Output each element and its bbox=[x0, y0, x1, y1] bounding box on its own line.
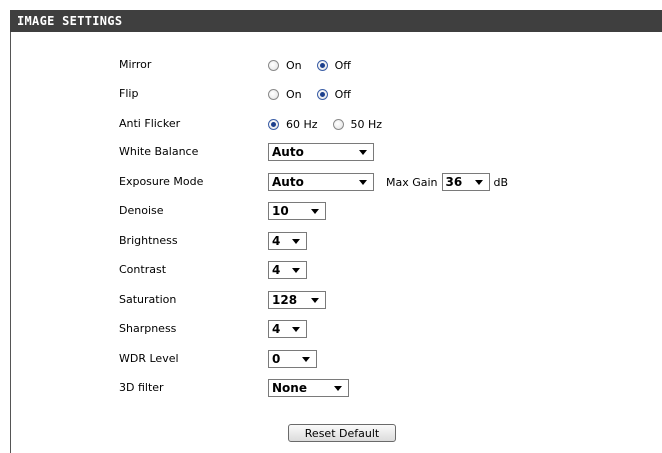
mirror-off-label: Off bbox=[334, 58, 351, 72]
chevron-down-icon bbox=[302, 356, 310, 362]
chevron-down-icon bbox=[292, 326, 300, 332]
mirror-on-label: On bbox=[286, 58, 302, 72]
anti-flicker-50hz-radio[interactable] bbox=[332, 118, 344, 130]
max-gain-unit: dB bbox=[493, 175, 509, 189]
saturation-row: Saturation 128 bbox=[0, 289, 662, 311]
contrast-label: Contrast bbox=[119, 263, 167, 276]
exposure-mode-row: Exposure Mode Auto Max Gain 36 dB bbox=[0, 171, 662, 193]
anti-flicker-60hz-label: 60 Hz bbox=[286, 117, 318, 131]
flip-row: Flip On Off bbox=[0, 83, 662, 105]
anti-flicker-50hz-label: 50 Hz bbox=[350, 117, 383, 131]
chevron-down-icon bbox=[292, 267, 300, 273]
flip-label: Flip bbox=[119, 87, 139, 100]
contrast-select[interactable]: 4 bbox=[268, 261, 307, 279]
denoise-label: Denoise bbox=[119, 204, 164, 217]
sharpness-select[interactable]: 4 bbox=[268, 320, 307, 338]
brightness-value: 4 bbox=[272, 234, 281, 248]
sharpness-row: Sharpness 4 bbox=[0, 318, 662, 340]
chevron-down-icon bbox=[359, 179, 367, 185]
brightness-row: Brightness 4 bbox=[0, 230, 662, 252]
reset-default-button[interactable]: Reset Default bbox=[288, 424, 396, 442]
chevron-down-icon bbox=[311, 208, 319, 214]
3d-filter-value: None bbox=[272, 381, 307, 395]
wdr-level-label: WDR Level bbox=[119, 352, 179, 365]
contrast-value: 4 bbox=[272, 263, 281, 277]
white-balance-value: Auto bbox=[272, 145, 304, 159]
max-gain-select[interactable]: 36 bbox=[441, 173, 490, 191]
wdr-level-row: WDR Level 0 bbox=[0, 348, 662, 370]
mirror-row: Mirror On Off bbox=[0, 54, 662, 76]
exposure-mode-select[interactable]: Auto bbox=[268, 173, 374, 191]
saturation-select[interactable]: 128 bbox=[268, 291, 326, 309]
mirror-label: Mirror bbox=[119, 58, 152, 71]
chevron-down-icon bbox=[334, 385, 342, 391]
sharpness-label: Sharpness bbox=[119, 322, 177, 335]
brightness-label: Brightness bbox=[119, 234, 178, 247]
mirror-off-radio[interactable] bbox=[316, 59, 328, 71]
exposure-mode-value: Auto bbox=[272, 175, 304, 189]
anti-flicker-60hz-radio[interactable] bbox=[268, 118, 279, 130]
flip-off-label: Off bbox=[334, 87, 351, 101]
3d-filter-row: 3D filter None bbox=[0, 377, 662, 399]
brightness-select[interactable]: 4 bbox=[268, 232, 307, 250]
3d-filter-label: 3D filter bbox=[119, 381, 164, 394]
contrast-row: Contrast 4 bbox=[0, 259, 662, 281]
max-gain-value: 36 bbox=[445, 175, 463, 189]
anti-flicker-row: Anti Flicker 60 Hz 50 Hz bbox=[0, 113, 662, 135]
denoise-select[interactable]: 10 bbox=[268, 202, 326, 220]
section-title: IMAGE SETTINGS bbox=[17, 14, 123, 28]
anti-flicker-label: Anti Flicker bbox=[119, 117, 181, 130]
white-balance-select[interactable]: Auto bbox=[268, 143, 374, 161]
white-balance-label: White Balance bbox=[119, 145, 199, 158]
saturation-value: 128 bbox=[272, 293, 298, 307]
wdr-level-value: 0 bbox=[272, 352, 281, 366]
chevron-down-icon bbox=[359, 149, 367, 155]
white-balance-row: White Balance Auto bbox=[0, 141, 662, 163]
exposure-mode-label: Exposure Mode bbox=[119, 175, 204, 188]
sharpness-value: 4 bbox=[272, 322, 281, 336]
wdr-level-select[interactable]: 0 bbox=[268, 350, 317, 368]
3d-filter-select[interactable]: None bbox=[268, 379, 349, 397]
saturation-label: Saturation bbox=[119, 293, 177, 306]
flip-on-label: On bbox=[286, 87, 302, 101]
denoise-row: Denoise 10 bbox=[0, 200, 662, 222]
flip-off-radio[interactable] bbox=[316, 88, 328, 100]
section-header: IMAGE SETTINGS bbox=[10, 10, 662, 32]
chevron-down-icon bbox=[474, 179, 483, 185]
denoise-value: 10 bbox=[272, 204, 289, 218]
chevron-down-icon bbox=[292, 238, 300, 244]
mirror-on-radio[interactable] bbox=[268, 59, 279, 71]
chevron-down-icon bbox=[311, 297, 319, 303]
max-gain-label: Max Gain bbox=[386, 175, 438, 189]
flip-on-radio[interactable] bbox=[268, 88, 279, 100]
